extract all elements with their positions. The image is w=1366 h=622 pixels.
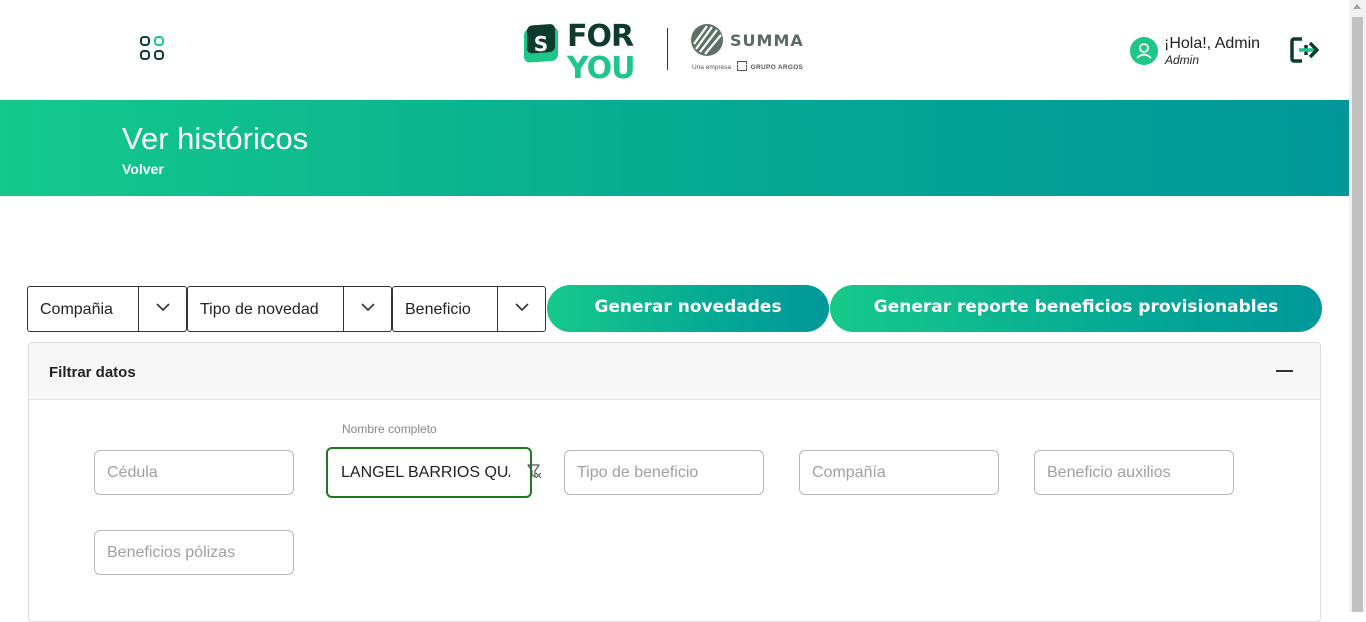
- logo-text-top: FOR: [567, 19, 634, 54]
- filter-panel-header[interactable]: Filtrar datos: [29, 343, 1320, 400]
- apps-menu-icon[interactable]: [140, 36, 166, 62]
- foryou-logo: S FOR YOU: [524, 19, 636, 80]
- summa-sub-group: GRUPO ARGOS: [750, 64, 804, 71]
- policy-benefit-input[interactable]: [95, 531, 293, 574]
- novelty-type-select[interactable]: Tipo de novedad: [187, 286, 392, 332]
- benefit-select-toggle[interactable]: [497, 287, 545, 331]
- chevron-down-icon: [156, 303, 170, 312]
- full-name-field[interactable]: [326, 447, 532, 498]
- logo-divider: [667, 28, 668, 70]
- novelty-type-select-label: Tipo de novedad: [200, 301, 319, 318]
- policy-benefit-field[interactable]: [94, 530, 294, 575]
- cedula-input[interactable]: [95, 451, 293, 494]
- benefit-type-input[interactable]: [565, 451, 763, 494]
- full-name-label: Nombre completo: [342, 422, 437, 436]
- summa-logo: SUMMA Una empresa GRUPO ARGOS: [690, 23, 803, 75]
- company-input[interactable]: [800, 451, 998, 494]
- benefit-select[interactable]: Beneficio: [392, 286, 546, 332]
- company-select-toggle[interactable]: [138, 287, 186, 331]
- chevron-down-icon: [515, 303, 529, 312]
- clear-filter-icon[interactable]: [527, 464, 542, 480]
- summa-name: SUMMA: [730, 31, 804, 50]
- generate-report-button[interactable]: Generar reporte beneficios provisionable…: [830, 285, 1322, 332]
- back-link[interactable]: Volver: [122, 161, 164, 177]
- aid-benefit-input[interactable]: [1035, 451, 1233, 494]
- page-title: Ver históricos: [122, 121, 309, 156]
- summa-subtitle: Una empresa GRUPO ARGOS: [692, 61, 803, 71]
- aid-benefit-field[interactable]: [1034, 450, 1234, 495]
- benefit-type-field[interactable]: [564, 450, 764, 495]
- full-name-input[interactable]: [328, 449, 530, 496]
- company-field[interactable]: [799, 450, 999, 495]
- company-select-label: Compañia: [40, 301, 113, 318]
- logout-icon[interactable]: [1289, 36, 1321, 64]
- logo-text-bottom: YOU: [566, 51, 635, 80]
- user-greeting: ¡Hola!, Admin: [1164, 35, 1261, 52]
- user-role: Admin: [1165, 53, 1200, 67]
- summa-sub-prefix: Una empresa: [692, 64, 732, 71]
- logo-badge-letter: S: [534, 32, 548, 56]
- benefit-select-label: Beneficio: [405, 301, 471, 318]
- top-header: S FOR YOU SUMMA Una empresa GRUPO ARGOS …: [0, 0, 1349, 100]
- argos-bracket-icon: [736, 61, 747, 71]
- chevron-down-icon: [361, 303, 375, 312]
- cedula-field[interactable]: [94, 450, 294, 495]
- collapse-icon[interactable]: [1276, 370, 1293, 372]
- novelty-type-select-toggle[interactable]: [343, 287, 391, 331]
- generate-novelties-button[interactable]: Generar novedades: [547, 285, 829, 332]
- scroll-up-arrow-icon[interactable]: [1353, 4, 1361, 9]
- scrollbar-thumb[interactable]: [1352, 17, 1363, 612]
- summa-emblem-icon: [691, 24, 723, 56]
- filter-panel-title: Filtrar datos: [49, 364, 136, 381]
- company-select[interactable]: Compañia: [27, 286, 187, 332]
- user-avatar-icon: [1130, 37, 1158, 65]
